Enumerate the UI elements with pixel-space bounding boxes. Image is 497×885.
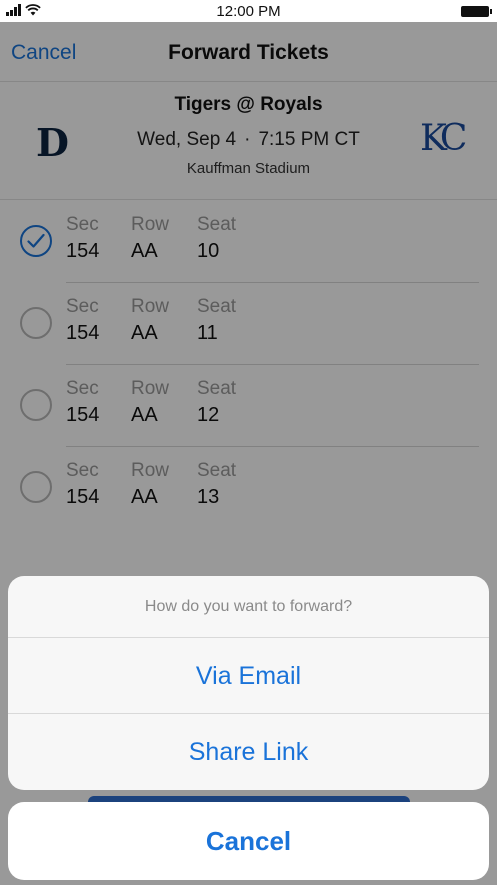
action-sheet: How do you want to forward? Via Email Sh…: [8, 576, 489, 790]
forward-tickets-screen: 12:00 PM Cancel Forward Tickets D Tigers…: [0, 0, 497, 885]
status-time: 12:00 PM: [216, 3, 281, 20]
action-sheet-cancel-button[interactable]: Cancel: [8, 802, 489, 880]
battery-icon: [461, 6, 492, 17]
status-bar: 12:00 PM: [0, 0, 497, 22]
share-link-button[interactable]: Share Link: [8, 714, 489, 790]
action-sheet-title: How do you want to forward?: [8, 576, 489, 638]
via-email-button[interactable]: Via Email: [8, 638, 489, 714]
